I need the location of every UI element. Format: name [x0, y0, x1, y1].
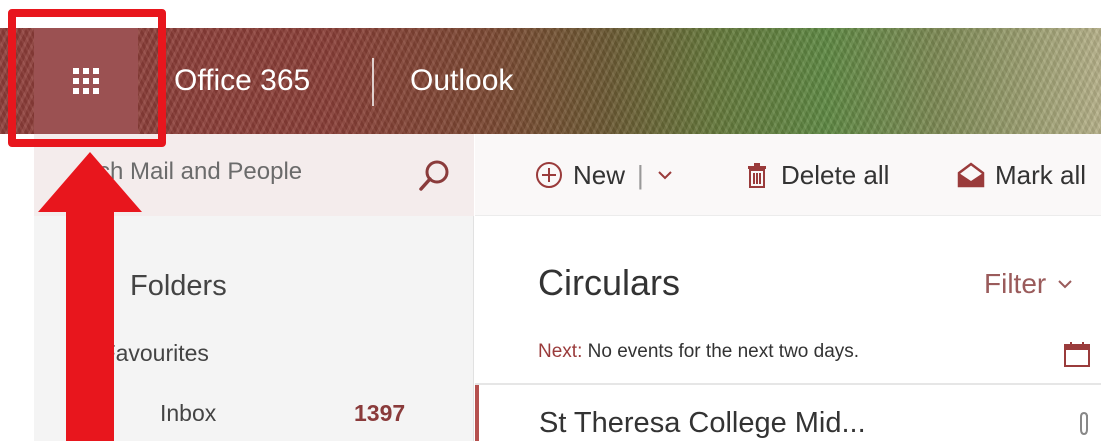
- paperclip-icon: [1080, 411, 1088, 436]
- delete-all-label: Delete all: [781, 159, 890, 190]
- folder-title: Circulars: [538, 262, 681, 303]
- new-split-divider: |: [637, 159, 644, 190]
- calendar-icon[interactable]: [1062, 340, 1092, 368]
- folders-heading[interactable]: Folders: [130, 270, 227, 303]
- header-divider: [372, 58, 374, 106]
- filter-label: Filter: [984, 268, 1047, 299]
- filter-button[interactable]: Filter: [984, 268, 1074, 300]
- search-icon[interactable]: [416, 158, 452, 194]
- inbox-unread-count: 1397: [354, 400, 406, 426]
- delete-all-button[interactable]: Delete all: [743, 134, 889, 216]
- outlook-app-name[interactable]: Outlook: [410, 28, 513, 134]
- command-bar: New | Delete all Mark all: [475, 134, 1101, 216]
- folder-item-inbox[interactable]: Inbox: [160, 400, 216, 427]
- plus-circle-icon: [536, 162, 562, 188]
- open-envelope-icon: [957, 162, 985, 188]
- message-sender: St Theresa College Mid...: [539, 407, 866, 439]
- agenda-next-line: Next: No events for the next two days.: [538, 341, 859, 363]
- new-button-label: New: [573, 159, 626, 190]
- annotation-arrow-icon: [38, 152, 142, 441]
- message-list-item[interactable]: St Theresa College Mid...: [475, 385, 1101, 441]
- new-button[interactable]: New |: [535, 134, 674, 216]
- annotation-highlight-box: [8, 9, 166, 147]
- chevron-down-icon: [1058, 280, 1072, 289]
- chevron-down-icon[interactable]: [656, 166, 674, 184]
- next-events-text: No events for the next two days.: [587, 341, 860, 362]
- trash-icon: [748, 163, 766, 188]
- mark-all-label: Mark all: [995, 159, 1087, 190]
- office-365-brand[interactable]: Office 365: [174, 28, 310, 134]
- mark-all-read-button[interactable]: Mark all: [957, 134, 1086, 216]
- next-label: Next:: [538, 341, 583, 362]
